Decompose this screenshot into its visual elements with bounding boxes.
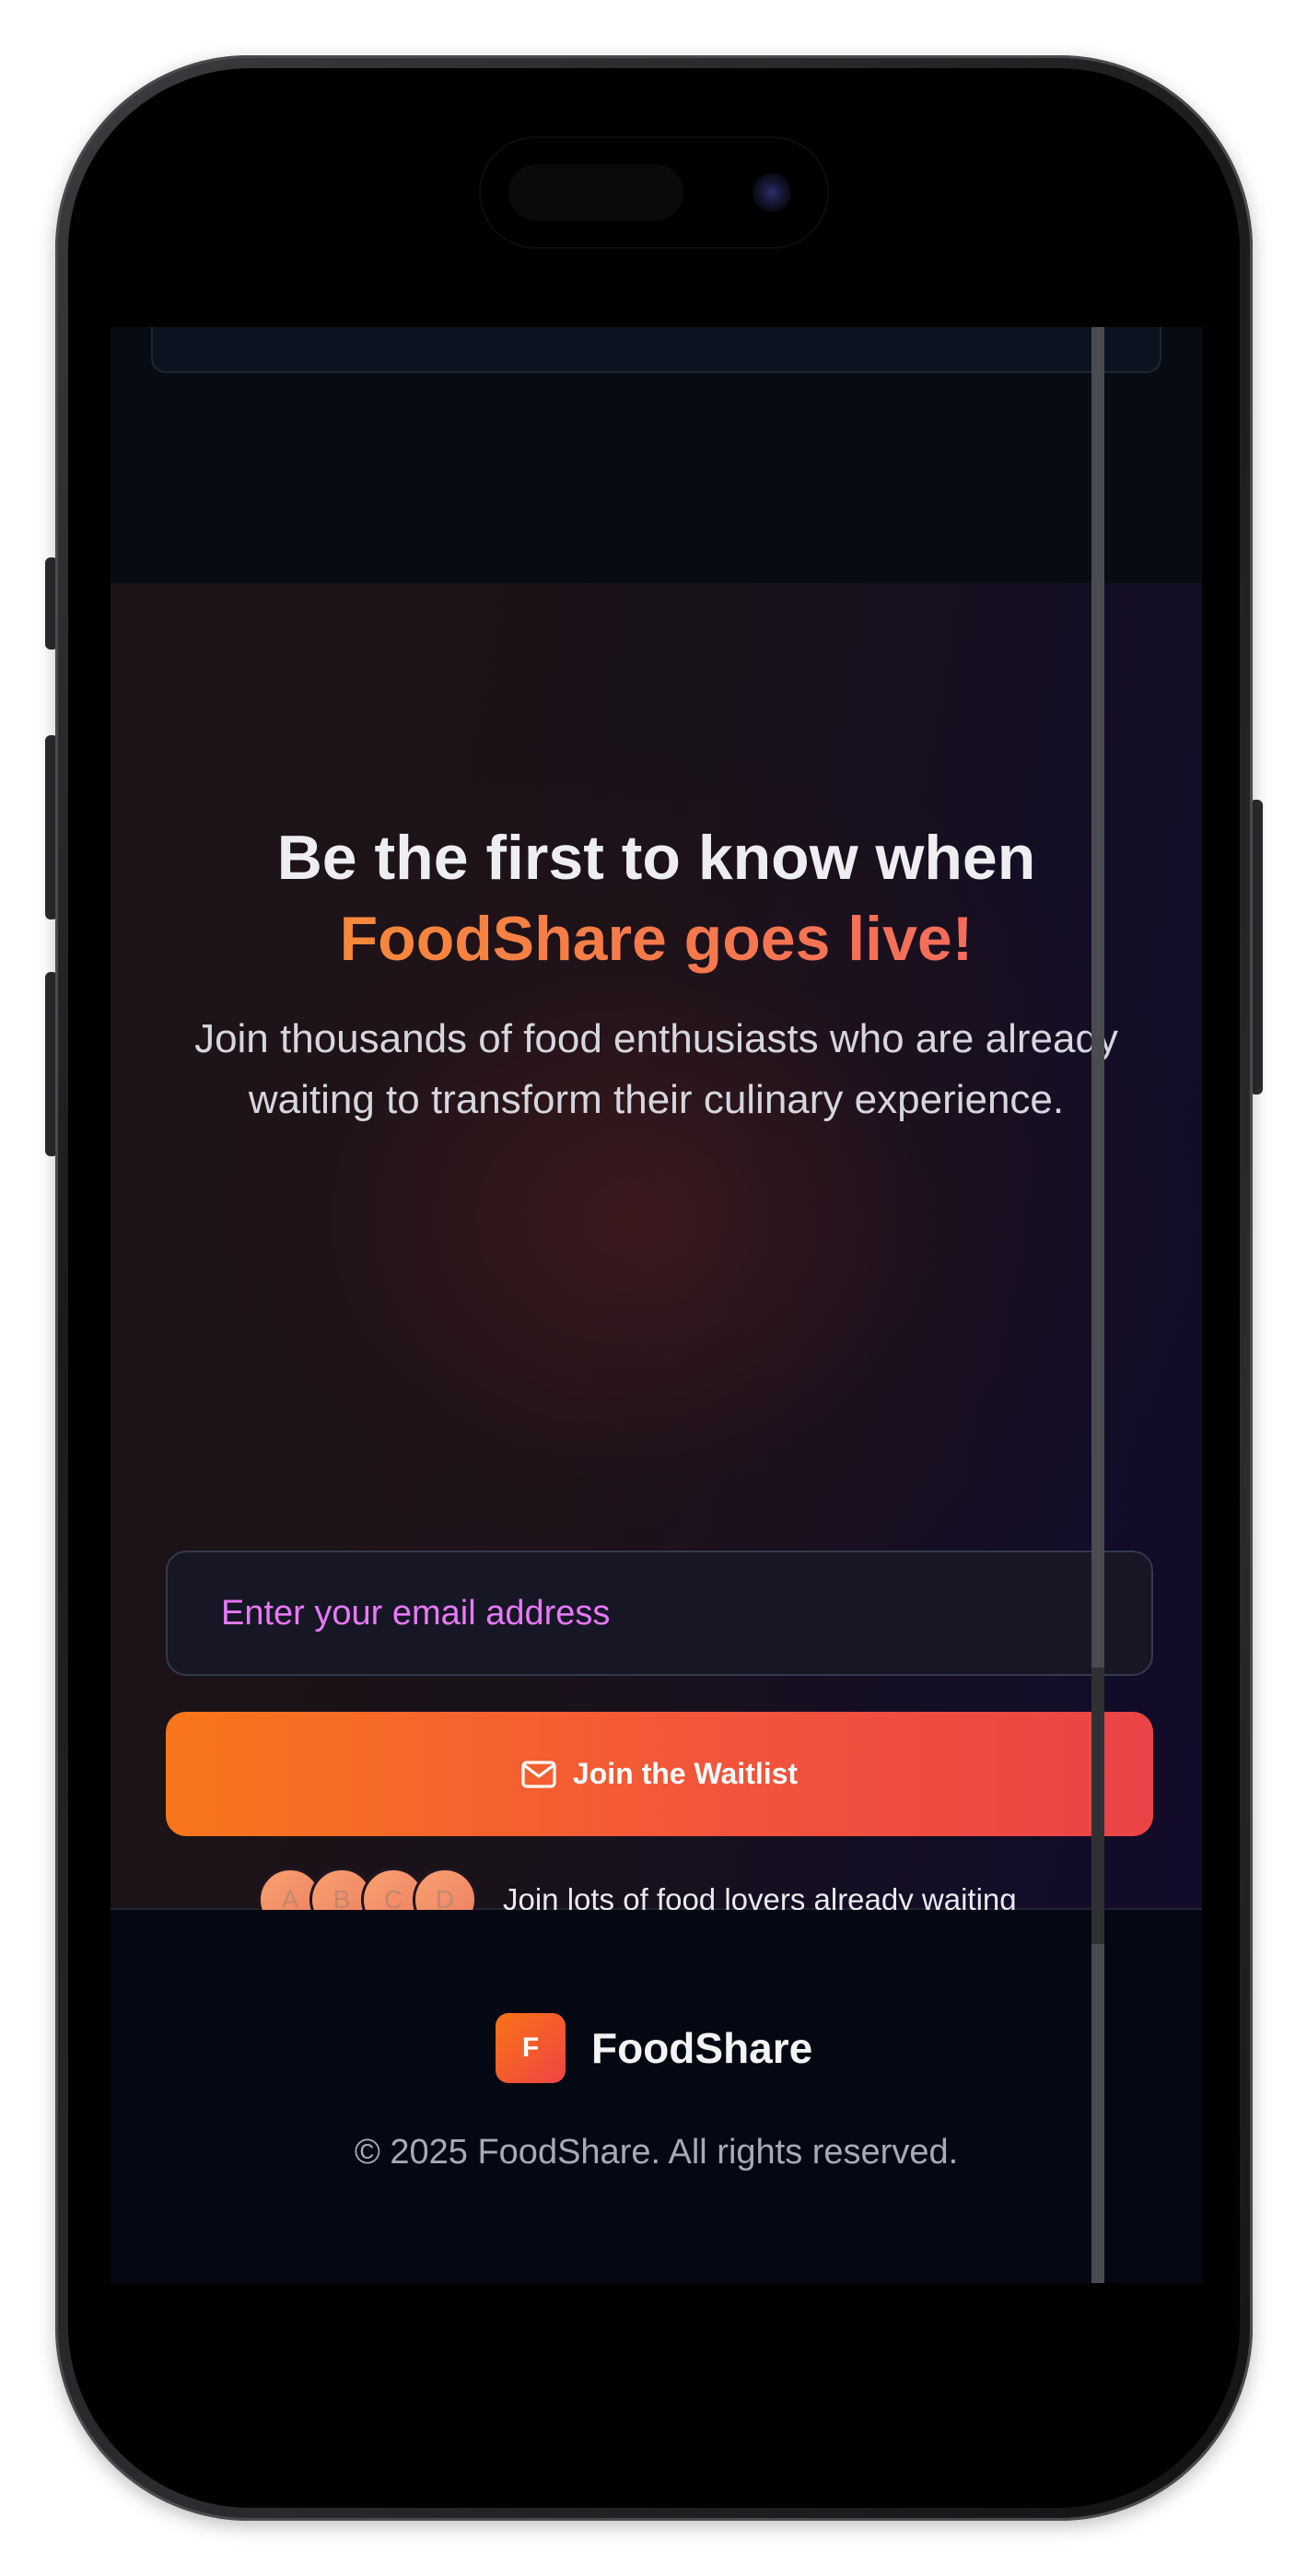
footer: F FoodShare © 2025 FoodShare. All rights… bbox=[111, 1910, 1202, 2283]
brand-name: FoodShare bbox=[591, 2024, 813, 2072]
brand-logo: F bbox=[496, 2013, 566, 2083]
mail-icon bbox=[521, 1760, 556, 1788]
web-viewport[interactable]: Be the first to know when FoodShare goes… bbox=[111, 327, 1202, 2283]
join-waitlist-label: Join the Waitlist bbox=[572, 1757, 799, 1790]
previous-section bbox=[111, 327, 1202, 583]
island-sensor bbox=[508, 164, 683, 221]
footer-brand[interactable]: F FoodShare bbox=[496, 2013, 812, 2083]
waitlist-section: Be the first to know when FoodShare goes… bbox=[111, 583, 1202, 1932]
email-input[interactable] bbox=[166, 1551, 1153, 1676]
copyright-text: © 2025 FoodShare. All rights reserved. bbox=[354, 2133, 959, 2172]
camera-icon bbox=[753, 173, 791, 212]
dynamic-island bbox=[481, 138, 827, 247]
scrollbar-track[interactable] bbox=[1091, 327, 1104, 2283]
previous-section-card bbox=[151, 327, 1161, 373]
headline-accent: FoodShare goes live! bbox=[340, 898, 974, 979]
waitlist-headline: Be the first to know when FoodShare goes… bbox=[111, 817, 1202, 979]
headline-line1: Be the first to know when bbox=[276, 823, 1036, 893]
scrollbar-thumb[interactable] bbox=[1091, 1668, 1104, 1944]
join-waitlist-button[interactable]: Join the Waitlist bbox=[166, 1712, 1153, 1836]
waitlist-subtext: Join thousands of food enthusiasts who a… bbox=[194, 1016, 1118, 1122]
